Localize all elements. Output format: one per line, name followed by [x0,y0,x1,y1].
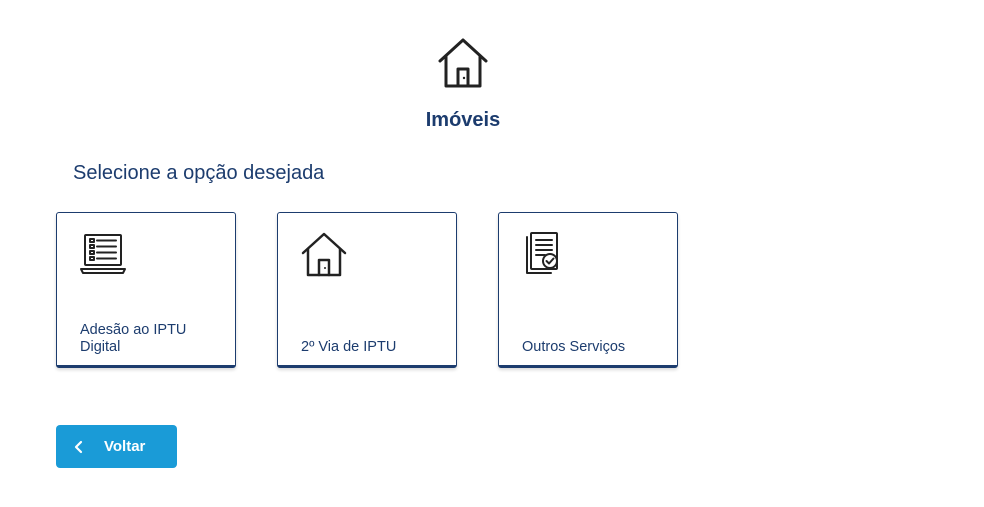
option-card-outros-servicos[interactable]: Outros Serviços [498,212,678,368]
document-check-icon [526,232,558,274]
page-title: Imóveis [425,109,501,131]
option-card-label: 2º Via de IPTU [301,339,397,355]
option-card-segunda-via[interactable]: 2º Via de IPTU [277,212,457,368]
laptop-list-icon [80,234,126,274]
chevron-left-icon [74,440,83,453]
house-icon [438,38,488,88]
back-button-label: Voltar [104,438,146,455]
house-icon [301,232,347,277]
options-grid: Adesão ao IPTU Digital 2º Via de IPTU Ou… [56,212,678,368]
page-header: Imóveis [0,36,926,132]
section-subtitle: Selecione a opção desejada [73,162,325,184]
option-card-label: Adesão ao IPTU Digital [80,322,187,355]
page: Imóveis Selecione a opção desejada Adesã… [0,0,984,507]
option-card-label: Outros Serviços [522,339,626,355]
back-button[interactable]: Voltar [56,425,177,468]
option-card-iptu-digital[interactable]: Adesão ao IPTU Digital [56,212,236,368]
